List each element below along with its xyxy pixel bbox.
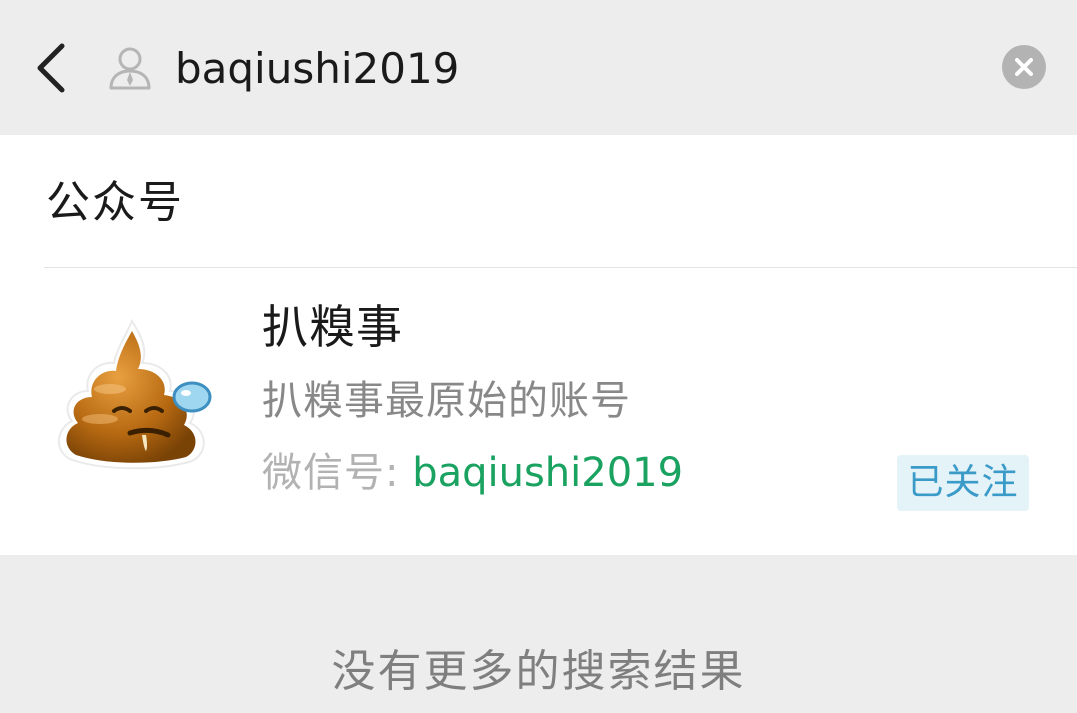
divider xyxy=(44,267,1077,268)
search-input[interactable]: baqiushi2019 xyxy=(175,40,459,98)
account-description: 扒糗事最原始的账号 xyxy=(262,378,631,424)
search-results-screen: baqiushi2019 公众号 扒糗事 扒糗事最原始的账号 微信号: baqi… xyxy=(0,0,1077,713)
wechat-id-label: 微信号: xyxy=(262,450,400,496)
clear-search-button[interactable] xyxy=(1002,45,1046,89)
section-title: 公众号 xyxy=(46,177,184,228)
results-card: 公众号 扒糗事 扒糗事最原始的账号 微信号: baqiushi2019 已关注 xyxy=(0,135,1077,555)
avatar xyxy=(50,311,220,481)
search-bar: baqiushi2019 xyxy=(0,0,1077,130)
account-name: 扒糗事 xyxy=(262,300,403,354)
back-button[interactable] xyxy=(28,36,76,100)
wechat-id-row: 微信号: baqiushi2019 xyxy=(262,445,683,501)
close-icon xyxy=(1015,58,1033,76)
wechat-id-value: baqiushi2019 xyxy=(412,450,684,496)
official-account-result[interactable]: 扒糗事 扒糗事最原始的账号 微信号: baqiushi2019 已关注 xyxy=(0,269,1077,555)
contact-icon xyxy=(106,44,154,92)
follow-status-badge: 已关注 xyxy=(897,455,1029,511)
no-more-results-text: 没有更多的搜索结果 xyxy=(331,646,746,697)
poop-emoji-icon xyxy=(58,318,212,470)
chevron-left-icon xyxy=(37,43,65,93)
